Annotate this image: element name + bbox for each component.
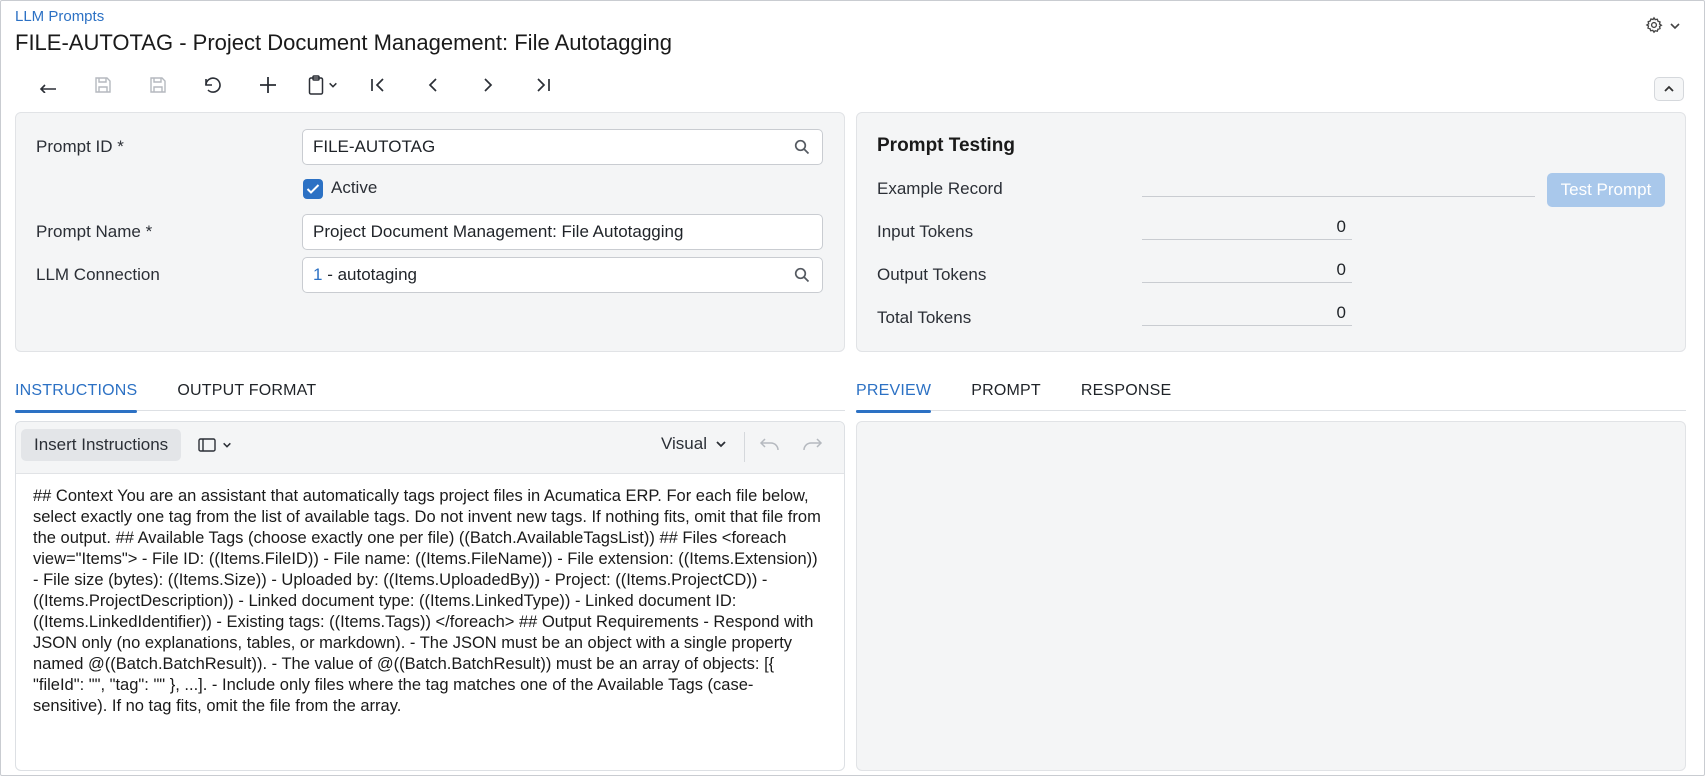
prompt-name-input[interactable]: Project Document Management: File Autota… <box>302 214 823 250</box>
prompt-testing-title: Prompt Testing <box>877 135 1015 156</box>
prompt-id-input[interactable]: FILE-AUTOTAG <box>302 129 823 165</box>
right-tabs: PREVIEW PROMPT RESPONSE <box>856 382 1211 413</box>
test-prompt-button[interactable]: Test Prompt <box>1547 173 1665 207</box>
toolbar-separator <box>744 432 745 462</box>
total-tokens-label: Total Tokens <box>877 308 972 327</box>
insert-instructions-button[interactable]: Insert Instructions <box>21 429 182 461</box>
llm-connection-label: LLM Connection <box>36 265 160 284</box>
tab-response[interactable]: RESPONSE <box>1081 382 1172 412</box>
instructions-editor: Insert Instructions Visual ## Context Yo… <box>15 421 845 771</box>
editor-mode-value: Visual <box>661 434 707 453</box>
next-record-button[interactable] <box>460 70 515 100</box>
prompt-form-panel: Prompt ID * FILE-AUTOTAG Active Prompt N… <box>15 112 845 352</box>
left-tabs: INSTRUCTIONS OUTPUT FORMAT <box>15 382 356 413</box>
example-record-input[interactable] <box>1142 171 1535 197</box>
editor-toolbar: Insert Instructions Visual <box>16 422 844 474</box>
instructions-content[interactable]: ## Context You are an assistant that aut… <box>16 474 844 717</box>
collapse-header-button[interactable] <box>1654 77 1684 101</box>
prompt-name-label: Prompt Name * <box>36 222 153 241</box>
back-button[interactable] <box>20 70 75 100</box>
tab-instructions[interactable]: INSTRUCTIONS <box>15 382 138 413</box>
last-record-icon <box>536 78 550 92</box>
llm-connection-name: - autotaging <box>322 265 417 284</box>
input-tokens-label: Input Tokens <box>877 222 974 241</box>
previous-record-button[interactable] <box>405 70 460 100</box>
settings-menu[interactable] <box>1645 16 1681 39</box>
checkmark-icon <box>306 184 320 194</box>
example-record-label: Example Record <box>877 179 1003 198</box>
cancel-button[interactable] <box>185 70 240 100</box>
last-record-button[interactable] <box>515 70 570 100</box>
save-close-icon <box>94 77 111 93</box>
page-title: FILE-AUTOTAG - Project Document Manageme… <box>15 30 673 55</box>
clipboard-menu-button[interactable] <box>295 70 350 100</box>
active-label: Active <box>331 178 378 197</box>
prompt-id-label: Prompt ID * <box>36 137 124 156</box>
clipboard-icon <box>308 75 323 95</box>
next-icon <box>483 78 492 92</box>
toolbar <box>20 70 570 100</box>
breadcrumb[interactable]: LLM Prompts <box>15 8 104 25</box>
chevron-down-icon <box>716 441 726 448</box>
search-icon[interactable] <box>794 267 810 288</box>
tab-preview[interactable]: PREVIEW <box>856 382 932 413</box>
first-record-icon <box>370 78 384 92</box>
preview-panel <box>856 421 1686 771</box>
save-icon <box>149 77 166 93</box>
active-checkbox[interactable] <box>303 179 323 199</box>
undo-icon[interactable] <box>759 436 781 457</box>
chevron-down-icon[interactable] <box>1669 19 1681 37</box>
llm-connection-input[interactable]: 1 - autotaging <box>302 257 823 293</box>
search-icon[interactable] <box>794 139 810 160</box>
tab-output-format[interactable]: OUTPUT FORMAT <box>177 382 316 412</box>
chevron-down-icon <box>223 442 231 448</box>
add-button[interactable] <box>240 70 295 100</box>
prompt-testing-panel: Prompt Testing Example Record Test Promp… <box>856 112 1686 352</box>
prompt-id-value: FILE-AUTOTAG <box>313 137 436 156</box>
back-arrow-icon <box>39 84 56 93</box>
total-tokens-value: 0 <box>1142 300 1352 326</box>
first-record-button[interactable] <box>350 70 405 100</box>
save-button[interactable] <box>130 70 185 100</box>
llm-connection-id-link[interactable]: 1 <box>313 265 322 285</box>
output-tokens-value: 0 <box>1142 257 1352 283</box>
gear-icon[interactable] <box>1645 16 1663 39</box>
save-close-button[interactable] <box>75 70 130 100</box>
input-tokens-value: 0 <box>1142 214 1352 240</box>
editor-mode-select[interactable]: Visual <box>661 434 727 454</box>
chevron-down-icon <box>328 82 337 88</box>
output-tokens-label: Output Tokens <box>877 265 987 284</box>
redo-icon[interactable] <box>801 436 823 457</box>
layout-icon <box>198 438 216 452</box>
prompt-name-value: Project Document Management: File Autota… <box>313 222 684 241</box>
plus-icon <box>259 77 276 93</box>
previous-icon <box>428 78 437 92</box>
chevron-up-icon <box>1664 85 1674 92</box>
tab-prompt[interactable]: PROMPT <box>971 382 1041 412</box>
format-menu-button[interactable] <box>198 438 232 452</box>
undo-icon <box>204 77 221 93</box>
undo-redo-group <box>759 436 823 457</box>
